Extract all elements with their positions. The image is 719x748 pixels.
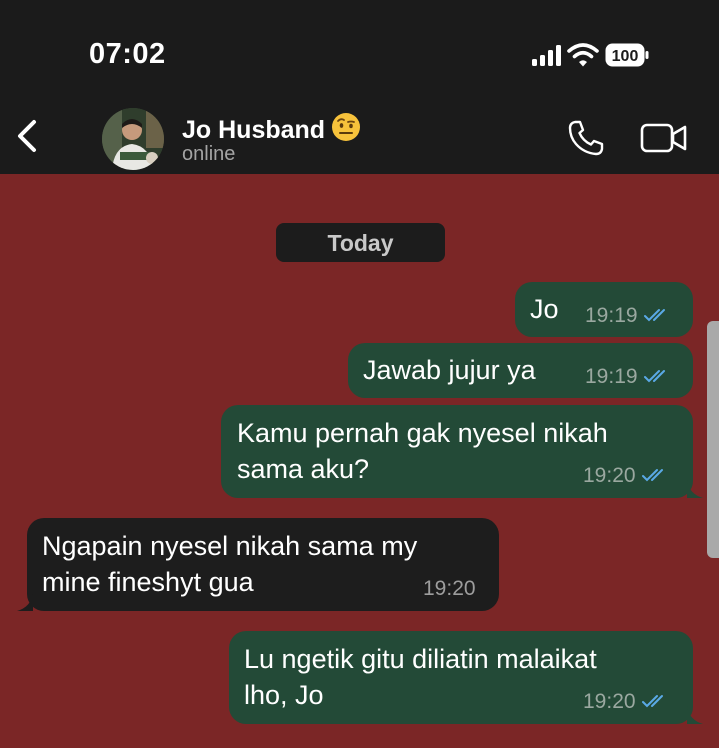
- message-meta: 19:20: [583, 465, 672, 487]
- phone-icon[interactable]: [566, 118, 606, 158]
- status-time: 07:02: [89, 38, 166, 70]
- message-time: 19:20: [423, 577, 476, 600]
- bubble-tail: [687, 706, 703, 724]
- message-text-line: sama aku?: [237, 454, 370, 484]
- message-meta: 19:20: [583, 691, 672, 713]
- bubble-tail: [17, 593, 33, 611]
- wifi-icon: [567, 43, 599, 67]
- video-camera-icon[interactable]: [640, 122, 688, 154]
- outgoing-message[interactable]: Lu ngetik gitu diliatin malaikat lho, Jo…: [229, 631, 703, 724]
- back-chevron-icon[interactable]: [10, 116, 46, 156]
- contact-status: online: [182, 143, 236, 165]
- battery-level: 100: [612, 48, 639, 65]
- contact-avatar[interactable]: [102, 108, 164, 170]
- message-text: Jawab jujur ya: [363, 355, 536, 385]
- contact-name[interactable]: Jo Husband: [182, 112, 361, 145]
- message-meta: 19:19: [585, 305, 674, 327]
- message-meta: 19:20: [423, 578, 476, 600]
- outgoing-message[interactable]: Jawab jujur ya 19:19: [348, 343, 693, 398]
- scrollbar[interactable]: [707, 321, 719, 558]
- message-text-line: mine fineshyt gua: [42, 567, 254, 597]
- message-meta: 19:19: [585, 366, 674, 388]
- message-text-line: Ngapain nyesel nikah sama my: [42, 531, 418, 561]
- outgoing-message[interactable]: Kamu pernah gak nyesel nikah sama aku? 1…: [221, 405, 703, 498]
- contact-name-text: Jo Husband: [182, 116, 326, 144]
- double-check-icon: [643, 370, 665, 383]
- battery-icon: 100: [605, 43, 649, 67]
- date-separator: Today: [276, 223, 445, 262]
- message-text: Jo: [530, 294, 559, 324]
- message-time: 19:20: [583, 690, 636, 713]
- message-time: 19:19: [585, 304, 638, 327]
- message-time: 19:19: [585, 365, 638, 388]
- double-check-icon: [641, 469, 663, 482]
- double-check-icon: [643, 309, 665, 322]
- message-text-line: Lu ngetik gitu diliatin malaikat: [244, 644, 597, 674]
- outgoing-message[interactable]: Jo 19:19: [515, 282, 693, 337]
- message-text-line: lho, Jo: [244, 680, 324, 710]
- top-bar: 07:02 100 Jo Husband online: [0, 0, 719, 174]
- bubble-tail: [687, 480, 703, 498]
- message-text-line: Kamu pernah gak nyesel nikah: [237, 418, 608, 448]
- double-check-icon: [641, 695, 663, 708]
- raised-eyebrow-emoji-icon: [332, 113, 361, 141]
- cellular-signal-icon: [532, 44, 564, 66]
- incoming-message[interactable]: Ngapain nyesel nikah sama my mine finesh…: [17, 518, 499, 611]
- message-time: 19:20: [583, 464, 636, 487]
